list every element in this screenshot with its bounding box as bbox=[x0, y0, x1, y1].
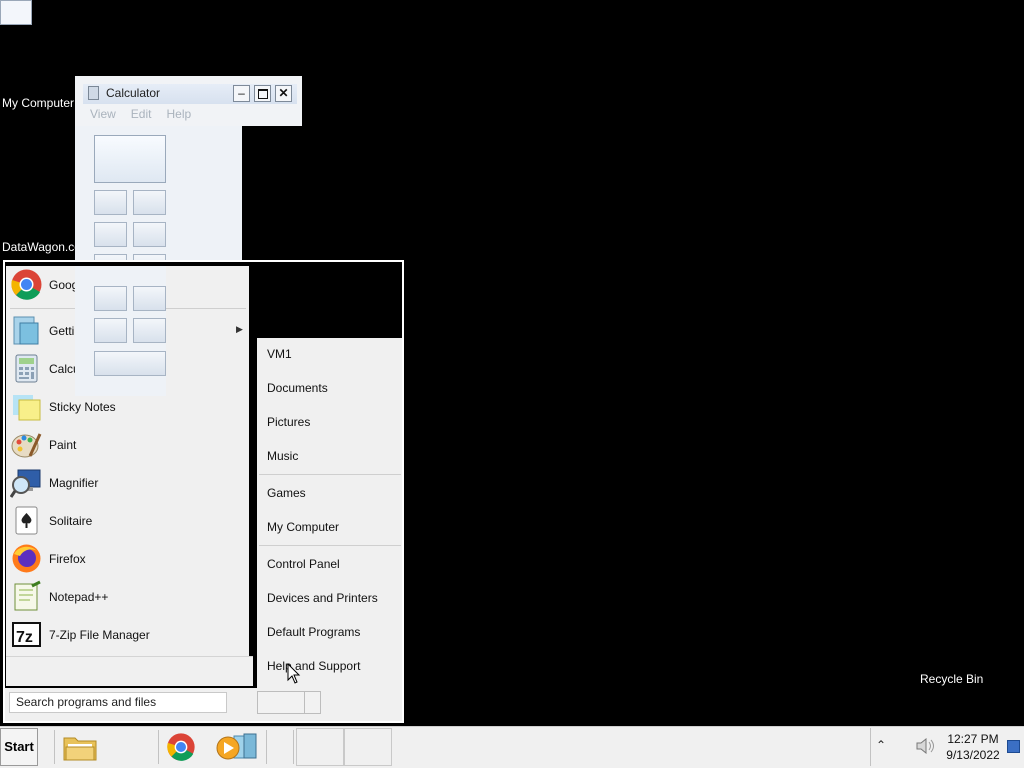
taskbar-divider bbox=[266, 730, 267, 764]
calc-key[interactable] bbox=[133, 190, 166, 215]
mouse-cursor-icon bbox=[287, 662, 301, 688]
start-item-chrome[interactable]: Goog bbox=[49, 278, 78, 292]
taskbar-button[interactable] bbox=[344, 728, 392, 766]
clock-date: 9/13/2022 bbox=[946, 748, 1000, 762]
taskbar-divider bbox=[158, 730, 159, 764]
clock-time: 12:27 PM bbox=[947, 732, 999, 746]
desktop-icon-datawagon-label[interactable]: DataWagon.co bbox=[2, 240, 81, 254]
calc-key[interactable] bbox=[133, 318, 166, 343]
places-item-vm1[interactable]: VM1 bbox=[267, 347, 292, 361]
places-item-default-programs[interactable]: Default Programs bbox=[267, 625, 360, 639]
close-button[interactable]: ✕ bbox=[275, 85, 292, 102]
file-explorer-icon[interactable] bbox=[62, 732, 98, 765]
start-item-solitaire[interactable]: Solitaire bbox=[49, 514, 92, 528]
desktop-icon-my-computer-label[interactable]: My Computer bbox=[2, 96, 74, 110]
calculator-icon bbox=[10, 352, 43, 385]
start-button[interactable]: Start bbox=[0, 728, 38, 766]
volume-icon[interactable] bbox=[916, 737, 936, 757]
search-input[interactable]: Search programs and files bbox=[9, 692, 227, 713]
calc-key[interactable] bbox=[94, 286, 127, 311]
solitaire-icon bbox=[10, 504, 43, 537]
firefox-icon bbox=[10, 542, 43, 575]
places-separator bbox=[259, 474, 401, 475]
minimize-button[interactable]: – bbox=[233, 85, 250, 102]
calculator-menu-bar: View Edit Help bbox=[90, 107, 206, 121]
places-item-help-support[interactable]: Help and Support bbox=[267, 659, 360, 673]
start-item-sticky-notes[interactable]: Sticky Notes bbox=[49, 400, 116, 414]
all-programs-row[interactable] bbox=[6, 656, 253, 686]
calculator-display bbox=[94, 135, 166, 183]
places-separator bbox=[259, 545, 401, 546]
start-item-paint[interactable]: Paint bbox=[49, 438, 76, 452]
calc-key[interactable] bbox=[133, 286, 166, 311]
menu-help[interactable]: Help bbox=[166, 107, 191, 121]
chrome-taskbar-icon[interactable] bbox=[166, 732, 196, 765]
shutdown-options-button[interactable] bbox=[304, 691, 321, 714]
places-item-music[interactable]: Music bbox=[267, 449, 298, 463]
maximize-button[interactable] bbox=[254, 85, 271, 102]
taskbar-divider bbox=[293, 730, 294, 764]
getting-started-icon bbox=[10, 314, 43, 347]
show-desktop-icon[interactable] bbox=[1007, 740, 1020, 753]
svg-text:7z: 7z bbox=[16, 629, 33, 646]
start-item-firefox[interactable]: Firefox bbox=[49, 552, 86, 566]
calc-key[interactable] bbox=[94, 222, 127, 247]
taskbar-divider bbox=[54, 730, 55, 764]
7zip-icon: 7z bbox=[10, 618, 43, 651]
taskbar-button[interactable] bbox=[296, 728, 344, 766]
calc-key[interactable] bbox=[94, 318, 127, 343]
menu-edit[interactable]: Edit bbox=[131, 107, 152, 121]
magnifier-icon bbox=[9, 466, 43, 499]
places-item-control-panel[interactable]: Control Panel bbox=[267, 557, 340, 571]
places-item-pictures[interactable]: Pictures bbox=[267, 415, 310, 429]
calc-key[interactable] bbox=[133, 222, 166, 247]
places-item-documents[interactable]: Documents bbox=[267, 381, 328, 395]
menu-view[interactable]: View bbox=[90, 107, 116, 121]
start-item-7zip[interactable]: 7-Zip File Manager bbox=[49, 628, 150, 642]
places-item-my-computer[interactable]: My Computer bbox=[267, 520, 339, 534]
clock[interactable]: 12:27 PM 9/13/2022 bbox=[938, 731, 1008, 763]
places-item-devices-printers[interactable]: Devices and Printers bbox=[267, 591, 378, 605]
media-player-icon[interactable] bbox=[214, 732, 260, 765]
notepadpp-icon bbox=[10, 580, 43, 613]
paint-icon bbox=[10, 428, 43, 461]
start-item-magnifier[interactable]: Magnifier bbox=[49, 476, 98, 490]
desktop-icon-recycle-bin-label[interactable]: Recycle Bin bbox=[920, 672, 983, 686]
start-item-notepadpp[interactable]: Notepad++ bbox=[49, 590, 108, 604]
submenu-arrow-icon: ▶ bbox=[236, 324, 243, 334]
calculator-app-icon bbox=[88, 86, 99, 100]
calc-key-wide[interactable] bbox=[94, 351, 166, 376]
desktop-icon-selection-box[interactable] bbox=[0, 0, 32, 25]
places-item-games[interactable]: Games bbox=[267, 486, 306, 500]
show-hidden-icons-icon[interactable]: ⌃ bbox=[876, 738, 886, 752]
calculator-title: Calculator bbox=[106, 86, 161, 100]
sticky-notes-icon bbox=[10, 390, 43, 423]
chrome-icon bbox=[10, 268, 43, 301]
calc-key[interactable] bbox=[94, 190, 127, 215]
start-item-getting-started[interactable]: Getti bbox=[49, 324, 74, 338]
